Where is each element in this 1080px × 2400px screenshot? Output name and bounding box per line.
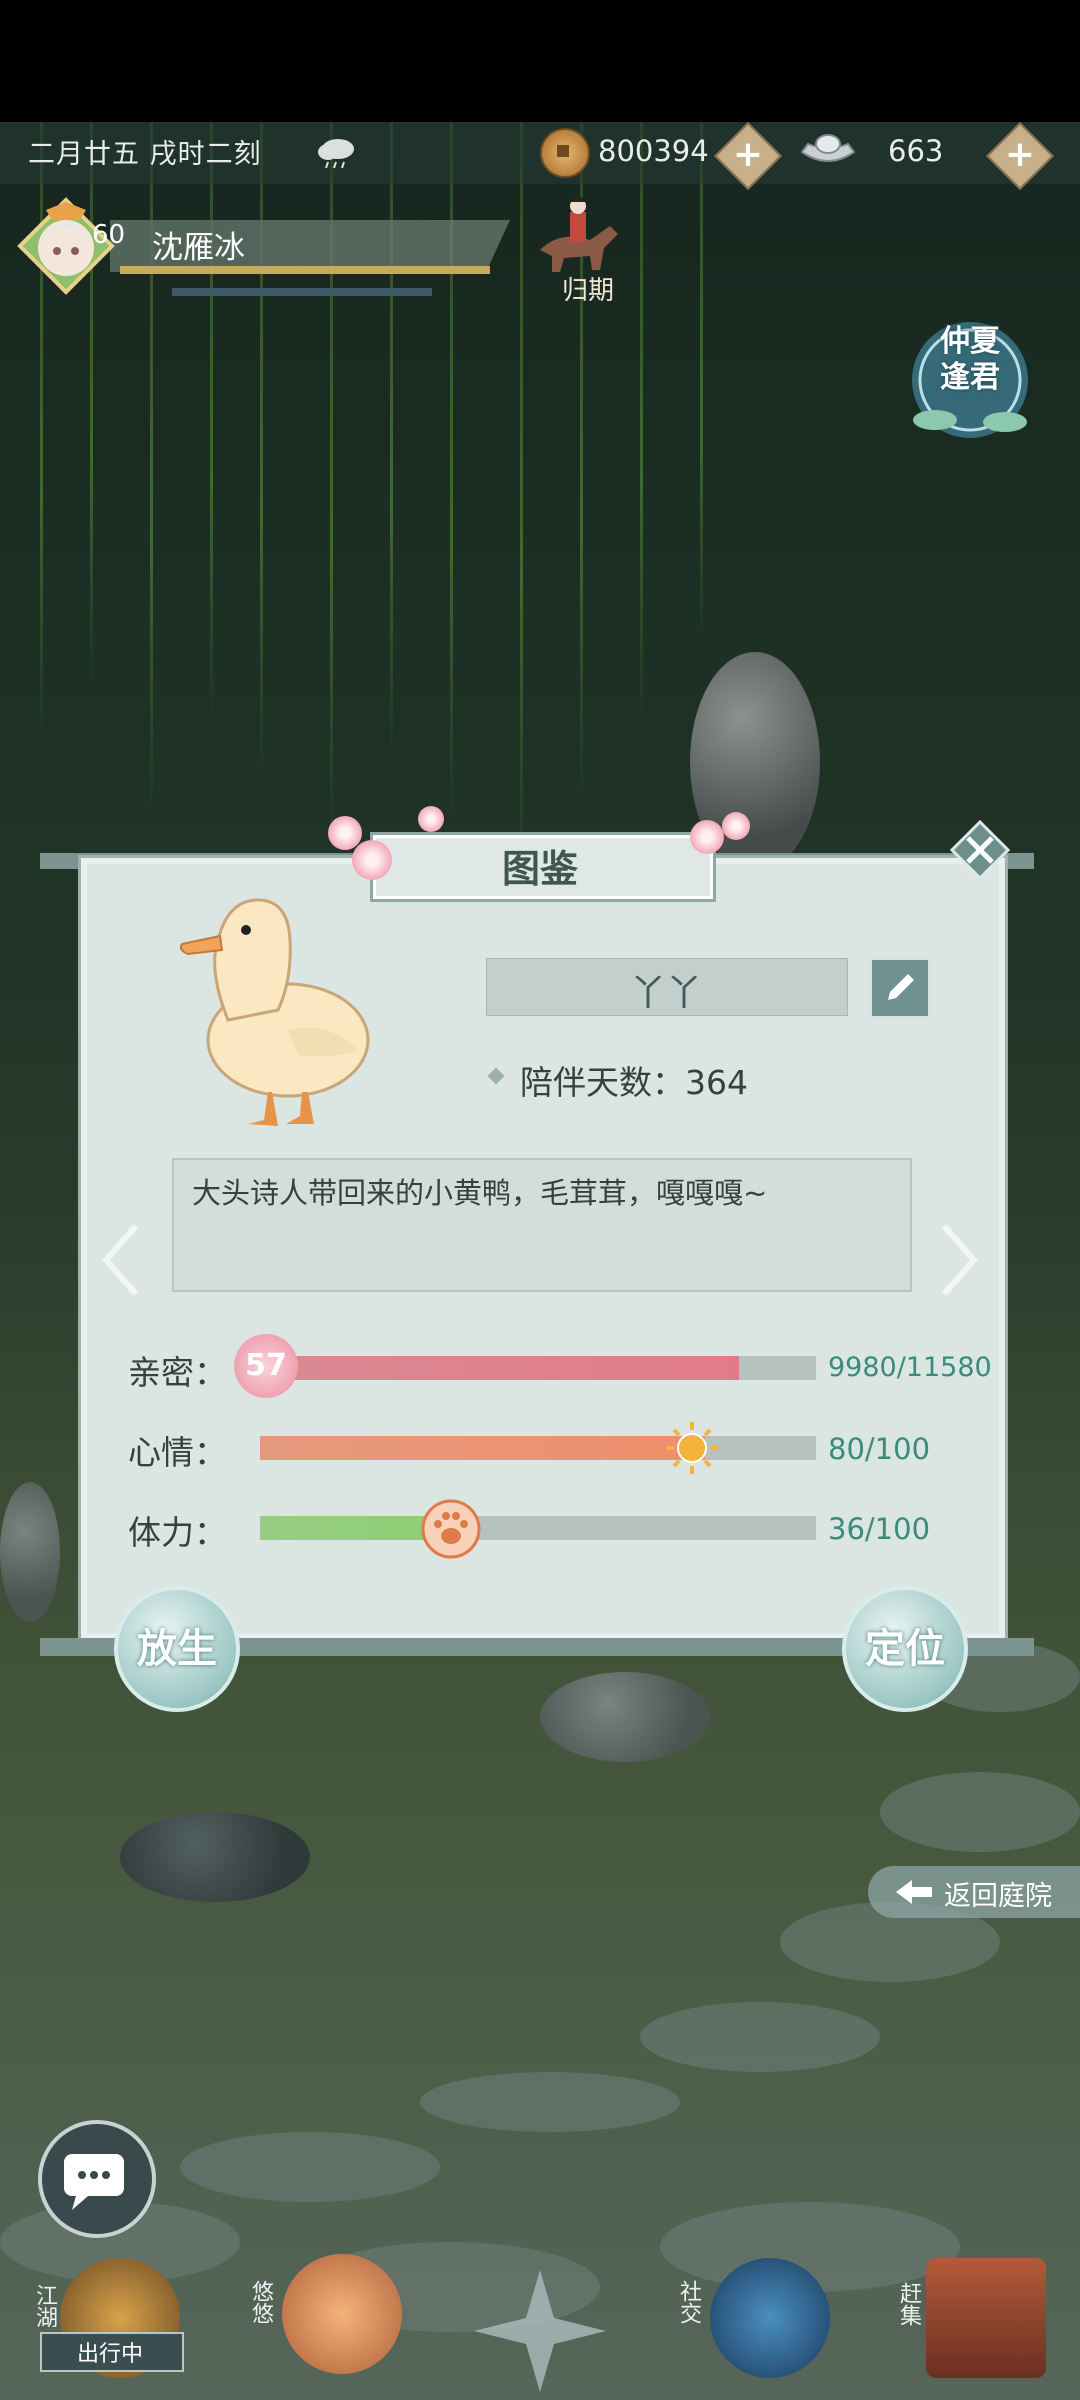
nav-youyou-label: 悠悠 xyxy=(248,2280,273,2324)
blossom-decoration xyxy=(722,812,750,840)
nav-market-button[interactable] xyxy=(926,2258,1046,2378)
player-exp-bar xyxy=(120,266,490,274)
panel-title: 图鉴 xyxy=(501,847,578,891)
blossom-decoration xyxy=(418,806,444,832)
companion-days: 陪伴天数：364 xyxy=(520,1063,748,1102)
silver-count: 663 xyxy=(888,134,944,168)
return-arrow-icon xyxy=(896,1880,932,1904)
nav-center-star-icon[interactable] xyxy=(470,2266,610,2396)
locate-button[interactable]: 定位 xyxy=(842,1586,968,1712)
close-icon[interactable] xyxy=(950,820,1010,880)
mood-bar xyxy=(260,1436,816,1460)
chat-button[interactable] xyxy=(38,2120,156,2238)
silver-ingot-icon xyxy=(800,134,856,162)
next-pet-arrow-icon[interactable] xyxy=(934,1220,984,1300)
mood-bar-fill xyxy=(260,1436,705,1460)
prev-pet-arrow-icon[interactable] xyxy=(96,1220,146,1300)
player-energy-bar xyxy=(172,288,432,296)
yellow-duck-portrait xyxy=(179,898,370,1126)
nav-jianghu-label: 江湖 xyxy=(32,2284,57,2328)
intimacy-label: 亲密： xyxy=(128,1353,227,1392)
player-name: 沈雁冰 xyxy=(152,230,245,266)
copper-coin-count: 800394 xyxy=(598,134,709,168)
edit-name-icon[interactable] xyxy=(870,958,930,1018)
traveling-status-label: 出行中 xyxy=(76,2342,143,2367)
mood-label: 心情： xyxy=(128,1433,227,1472)
stamina-label: 体力： xyxy=(128,1513,227,1552)
intimacy-heart-badge: 57 xyxy=(234,1334,298,1398)
nav-youyou-button[interactable] xyxy=(282,2254,402,2374)
intimacy-bar-fill xyxy=(260,1356,740,1380)
intimacy-level: 57 xyxy=(245,1348,287,1383)
stamina-bar xyxy=(260,1516,816,1540)
cloud-rain-icon xyxy=(318,139,354,169)
event-badge-text: 仲夏逢君 xyxy=(940,324,1000,395)
blossom-decoration xyxy=(690,820,724,854)
pet-description: 大头诗人带回来的小黄鸭，毛茸茸，嘎嘎嘎~ xyxy=(192,1176,768,1210)
stamina-value: 36/100 xyxy=(828,1512,931,1546)
chat-bubble-icon xyxy=(64,2154,124,2210)
intimacy-bar xyxy=(260,1356,816,1380)
nav-social-button[interactable] xyxy=(710,2258,830,2378)
copper-coin-icon xyxy=(540,128,590,178)
nav-social-label: 社交 xyxy=(676,2280,701,2324)
mood-value: 80/100 xyxy=(828,1432,931,1466)
player-level: 60 xyxy=(92,220,126,250)
summer-event-badge[interactable]: 仲夏逢君 xyxy=(905,310,1035,450)
blossom-decoration xyxy=(352,840,392,880)
intimacy-value: 9980/11580 xyxy=(828,1352,992,1383)
paw-icon xyxy=(421,1499,481,1559)
return-date-label: 归期 xyxy=(562,276,615,306)
nav-market-label: 赶集 xyxy=(896,2282,921,2326)
return-yard-label: 返回庭院 xyxy=(944,1881,1052,1912)
sun-icon xyxy=(666,1422,718,1474)
release-button[interactable]: 放生 xyxy=(114,1586,240,1712)
pet-name: 丫丫 xyxy=(629,973,702,1014)
game-date-time: 二月廿五 戌时二刻 xyxy=(28,139,262,170)
